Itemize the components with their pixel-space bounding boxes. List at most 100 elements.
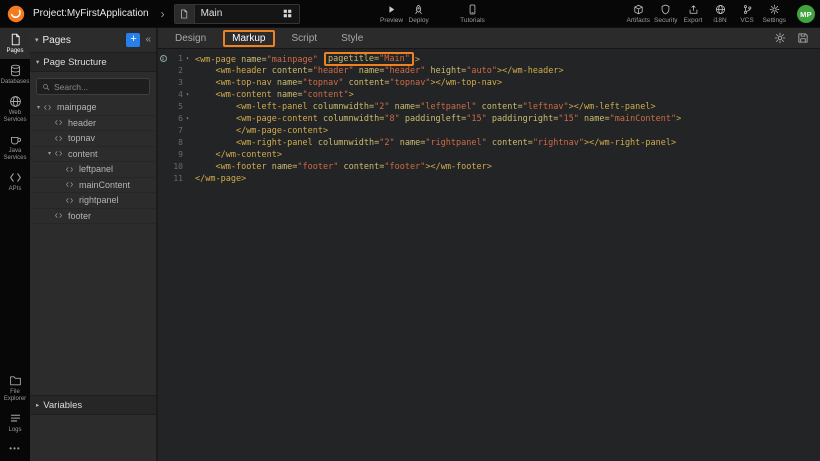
tree-item-label: rightpanel	[79, 195, 119, 205]
code-text[interactable]: <wm-page name="mainpage" pagetitle="Main…	[192, 53, 420, 65]
fold-toggle-icon[interactable]: ▾	[183, 53, 192, 65]
line-number[interactable]: 1	[168, 53, 183, 65]
tree-item-mainpage[interactable]: ▾ mainpage	[30, 100, 156, 116]
rail-item-label: Databases	[1, 79, 30, 86]
overflow-menu-icon[interactable]: •••	[0, 438, 30, 461]
line-number[interactable]: 10	[168, 161, 183, 173]
play-icon	[386, 4, 397, 16]
topbar-center-actions: PreviewDeploy Tutorials	[378, 0, 487, 28]
topbar-action-deploy[interactable]: Deploy	[405, 0, 432, 28]
caret-down-icon[interactable]: ▾	[34, 104, 43, 111]
tree-item-content[interactable]: ▾content	[30, 147, 156, 163]
add-page-button[interactable]: +	[126, 33, 140, 47]
tree-item-label: header	[68, 118, 96, 128]
code-line: 3 <wm-top-nav name="topnav" content="top…	[158, 77, 820, 89]
widget-code-icon	[54, 118, 66, 127]
tree-item-label: mainpage	[57, 102, 97, 112]
code-text[interactable]: <wm-content name="content">	[192, 89, 354, 101]
tab-script[interactable]: Script	[292, 33, 318, 44]
code-text[interactable]: <wm-header content="header" name="header…	[192, 65, 564, 77]
topbar-action-vcs[interactable]: VCS	[734, 0, 761, 28]
code-text[interactable]: </wm-page>	[192, 173, 246, 185]
line-number[interactable]: 5	[168, 101, 183, 113]
topbar-action-tutorials[interactable]: Tutorials	[458, 0, 487, 28]
line-number[interactable]: 7	[168, 125, 183, 137]
search-icon	[42, 83, 50, 91]
code-text[interactable]: <wm-top-nav name="topnav" content="topna…	[192, 77, 502, 89]
line-number[interactable]: 9	[168, 149, 183, 161]
rail-item-java-services[interactable]: Java Services	[0, 128, 30, 166]
line-number[interactable]: 4	[168, 89, 183, 101]
topbar-action-export[interactable]: Export	[680, 0, 707, 28]
topbar-action-security[interactable]: Security	[652, 0, 679, 28]
code-text[interactable]: <wm-right-panel columnwidth="2" name="ri…	[192, 137, 676, 149]
topbar-right-actions: ArtifactsSecurityExporti18NVCSSettings	[625, 0, 788, 28]
collapse-panel-icon[interactable]: «	[145, 35, 151, 45]
rail-item-logs[interactable]: Logs	[0, 407, 30, 438]
caret-down-icon[interactable]: ▾	[35, 36, 39, 44]
caret-down-icon[interactable]: ▾	[45, 150, 54, 157]
code-line: 5 <wm-left-panel columnwidth="2" name="l…	[158, 101, 820, 113]
code-text[interactable]: </wm-content>	[192, 149, 282, 161]
rail-item-label: File Explorer	[1, 389, 29, 403]
line-number[interactable]: 11	[168, 173, 183, 185]
coffee-icon	[9, 133, 22, 146]
topbar-action-artifacts[interactable]: Artifacts	[625, 0, 652, 28]
line-number[interactable]: 8	[168, 137, 183, 149]
tree-item-header[interactable]: header	[30, 116, 156, 132]
tree-item-topnav[interactable]: topnav	[30, 131, 156, 147]
line-number[interactable]: 6	[168, 113, 183, 125]
tab-design[interactable]: Design	[175, 33, 206, 44]
save-icon[interactable]	[797, 32, 809, 44]
rail-item-web-services[interactable]: Web Services	[0, 90, 30, 128]
line-number[interactable]: 2	[168, 65, 183, 77]
tree-item-label: topnav	[68, 133, 95, 143]
topbar-action-i18n[interactable]: i18N	[707, 0, 734, 28]
search-box[interactable]	[36, 78, 150, 95]
rail-item-file-explorer[interactable]: File Explorer	[0, 369, 30, 407]
folder-icon	[9, 374, 22, 387]
api-icon	[9, 171, 22, 184]
tree-item-rightpanel[interactable]: rightpanel	[30, 193, 156, 209]
variables-header[interactable]: ▸ Variables	[30, 395, 156, 415]
search-input[interactable]	[54, 82, 140, 92]
code-line: 7 </wm-page-content>	[158, 125, 820, 137]
markup-settings-gear-icon[interactable]	[774, 32, 786, 44]
fold-toggle-icon[interactable]: ▾	[183, 89, 192, 101]
rail-item-pages[interactable]: Pages	[0, 28, 30, 59]
variables-title: Variables	[43, 400, 82, 411]
tab-style[interactable]: Style	[341, 33, 363, 44]
code-line: 8 <wm-right-panel columnwidth="2" name="…	[158, 137, 820, 149]
panel-bottom-space	[30, 415, 156, 461]
topbar-action-settings[interactable]: Settings	[761, 0, 789, 28]
line-gutter: 7	[158, 125, 192, 137]
topbar-action-preview[interactable]: Preview	[378, 0, 405, 28]
code-editor[interactable]: i1▾<wm-page name="mainpage" pagetitle="M…	[158, 49, 820, 461]
widget-code-icon	[65, 165, 77, 174]
code-line: 9 </wm-content>	[158, 149, 820, 161]
line-number[interactable]: 3	[168, 77, 183, 89]
info-marker-icon: i	[158, 55, 168, 63]
tree-item-footer[interactable]: footer	[30, 209, 156, 225]
code-line: i1▾<wm-page name="mainpage" pagetitle="M…	[158, 53, 820, 65]
rail-item-databases[interactable]: Databases	[0, 59, 30, 90]
wavemaker-logo-icon[interactable]	[7, 5, 25, 23]
grid-icon[interactable]	[277, 8, 299, 19]
rail-item-label: Logs	[8, 427, 21, 434]
branch-icon	[742, 4, 753, 16]
page-structure-header[interactable]: ▾ Page Structure	[30, 52, 156, 72]
code-text[interactable]: </wm-page-content>	[192, 125, 328, 137]
user-avatar[interactable]: MP	[797, 5, 815, 23]
code-text[interactable]: <wm-footer name="footer" content="footer…	[192, 161, 492, 173]
tab-markup[interactable]: Markup	[223, 30, 274, 47]
editor-tabbar-actions	[774, 32, 820, 44]
fold-toggle-icon[interactable]: ▾	[183, 113, 192, 125]
tree-item-leftpanel[interactable]: leftpanel	[30, 162, 156, 178]
tree-item-maincontent[interactable]: mainContent	[30, 178, 156, 194]
code-text[interactable]: <wm-left-panel columnwidth="2" name="lef…	[192, 101, 656, 113]
database-icon	[9, 64, 22, 77]
rail-item-apis[interactable]: APIs	[0, 166, 30, 197]
page-selector[interactable]: Main	[174, 4, 300, 24]
line-gutter: i1▾	[158, 53, 192, 65]
code-text[interactable]: <wm-page-content columnwidth="8" padding…	[192, 113, 681, 125]
